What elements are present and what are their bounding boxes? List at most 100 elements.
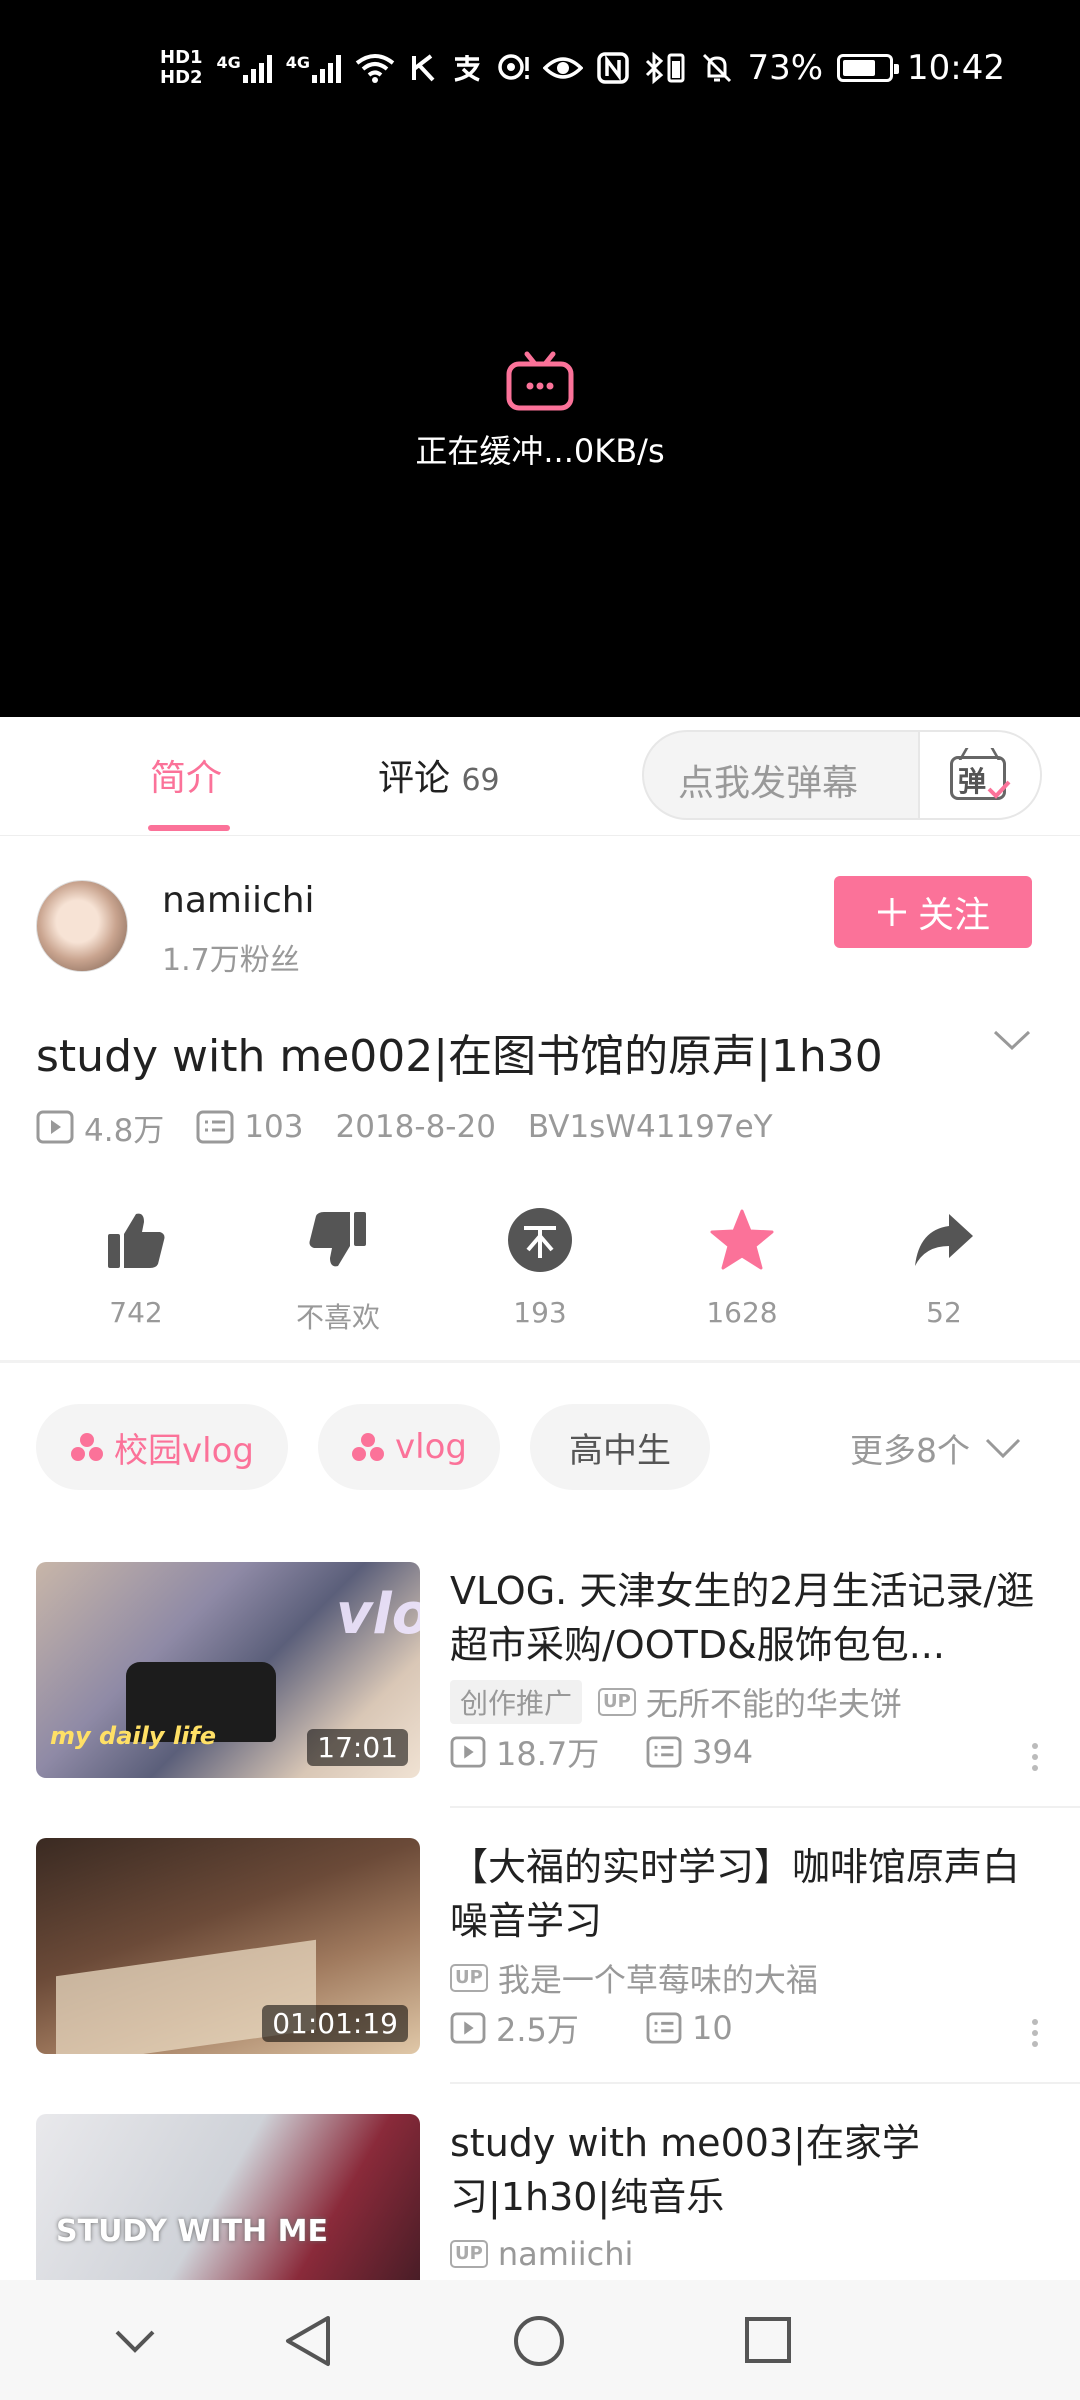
tag-chip-vlog[interactable]: vlog — [318, 1404, 500, 1490]
recents-icon[interactable] — [744, 2316, 792, 2364]
rec-uploader: namiichi — [497, 2235, 634, 2273]
thumb-caption: STUDY WITH ME — [56, 2214, 328, 2249]
video-duration: 01:01:19 — [262, 2005, 408, 2042]
follow-button[interactable]: 关注 — [834, 876, 1032, 948]
rec-uploader-row: UP 我是一个草莓味的大福 — [450, 1956, 818, 2000]
more-options-icon[interactable] — [1032, 1738, 1040, 1776]
uploader-avatar[interactable] — [36, 880, 128, 972]
share-button[interactable]: 52 — [864, 1200, 1024, 1329]
hd1-label: HD1 — [160, 47, 203, 68]
rec-uploader-row: 创作推广 UP 无所不能的华夫饼 — [450, 1680, 902, 1724]
more-options-icon[interactable] — [1032, 2014, 1040, 2052]
clock: 10:42 — [907, 48, 1005, 88]
section-divider — [0, 1360, 1080, 1363]
dislike-button[interactable]: 不喜欢 — [258, 1200, 418, 1336]
follow-label: 关注 — [917, 895, 990, 936]
buffering-indicator: 正在缓冲...0KB/s — [0, 350, 1080, 472]
like-count: 742 — [109, 1296, 163, 1329]
nfc-icon — [597, 52, 630, 84]
battery-level — [843, 60, 876, 76]
hd-indicator: HD1 HD2 — [160, 48, 203, 88]
rec-title: 【大福的实时学习】咖啡馆原声白噪音学习 — [450, 1845, 1021, 1943]
rec-stats-row: 18.7万 394 — [450, 1730, 753, 1774]
share-icon — [915, 1214, 973, 1266]
list-item[interactable]: vlog my daily life 17:01 VLOG. 天津女生的2月生活… — [36, 1562, 1044, 1782]
rec-danmaku: 394 — [692, 1733, 754, 1771]
thumbs-up-icon — [108, 1213, 165, 1268]
tag-label: vlog — [395, 1427, 467, 1467]
bvid: BV1sW41197eY — [527, 1109, 773, 1145]
coin-button[interactable]: 193 — [460, 1200, 620, 1329]
danmaku-count-icon — [646, 2012, 682, 2044]
status-right-icons: 73% 10:42 — [543, 38, 1005, 98]
list-item[interactable]: 01:01:19 【大福的实时学习】咖啡馆原声白噪音学习 UP 我是一个草莓味的… — [36, 1838, 1044, 2058]
plus-icon — [877, 898, 906, 926]
hd2-label: HD2 — [160, 67, 203, 88]
promo-badge: 创作推广 — [450, 1680, 583, 1724]
mute-icon — [703, 53, 732, 83]
video-thumbnail[interactable]: 01:01:19 — [36, 1838, 420, 2054]
danmaku-count-icon — [196, 1110, 234, 1144]
thumb-caption: my daily life — [50, 1722, 217, 1750]
danmaku-input[interactable]: 点我发弹幕 弹 — [642, 730, 1042, 820]
more-tags-label: 更多8个 — [850, 1431, 970, 1470]
publish-date: 2018-8-20 — [335, 1109, 496, 1145]
bilibili-tv-icon — [506, 351, 574, 411]
buffer-text: 正在缓冲...0KB/s — [415, 432, 665, 470]
rec-title: study with me003|在家学习|1h30|纯音乐 — [450, 2121, 920, 2219]
list-divider — [450, 1806, 1080, 1808]
list-divider — [450, 2082, 1080, 2084]
chevron-down-icon[interactable] — [992, 1028, 1032, 1052]
tab-comments-label: 评论 — [378, 758, 451, 799]
dislike-label: 不喜欢 — [295, 1301, 380, 1334]
rec-danmaku: 10 — [692, 2009, 733, 2047]
chevron-down-icon[interactable] — [114, 2328, 156, 2354]
video-meta: 4.8万 103 2018-8-20 BV1sW41197eY — [36, 1105, 805, 1149]
coin-icon — [508, 1208, 572, 1272]
video-player[interactable]: HD1 HD2 4G 4G 73% 10:42 正在缓冲...0KB/s — [0, 0, 1080, 717]
play-count-icon — [36, 1110, 74, 1144]
wifi-icon — [355, 54, 395, 83]
thumb-overlay-text: vlog — [336, 1582, 420, 1647]
uploader-name[interactable]: namiichi — [162, 880, 315, 921]
view-count: 4.8万 — [84, 1112, 165, 1149]
video-title: study with me002|在图书馆的原声|1h30 — [36, 1031, 883, 1082]
channel-icon — [352, 1433, 385, 1461]
back-icon[interactable] — [284, 2314, 332, 2368]
tag-chip-campus-vlog[interactable]: 校园vlog — [36, 1404, 288, 1490]
home-icon[interactable] — [512, 2314, 566, 2368]
like-button[interactable]: 742 — [56, 1200, 216, 1329]
net1-label: 4G — [216, 53, 241, 72]
tag-chip-high-school[interactable]: 高中生 — [530, 1404, 710, 1490]
danmaku-toggle-button[interactable]: 弹 — [918, 732, 1040, 818]
battery-percent: 73% — [747, 48, 824, 88]
star-icon — [710, 1209, 774, 1270]
danmaku-btn-label: 弹 — [958, 765, 987, 798]
up-icon: UP — [450, 2240, 488, 2268]
uploader-fans: 1.7万粉丝 — [162, 943, 300, 978]
video-thumbnail[interactable]: vlog my daily life 17:01 — [36, 1562, 420, 1778]
thumbs-down-icon — [309, 1212, 366, 1267]
rec-uploader: 我是一个草莓味的大福 — [497, 1961, 818, 1999]
channel-icon — [71, 1433, 104, 1461]
status-bar: HD1 HD2 4G 4G 73% 10:42 — [0, 0, 1080, 140]
signal-2-icon: 4G — [286, 53, 342, 83]
rec-uploader: 无所不能的华夫饼 — [645, 1685, 902, 1723]
coin-count: 193 — [513, 1296, 567, 1329]
status-left-icons: HD1 HD2 4G 4G — [160, 38, 533, 98]
tab-comments[interactable]: 评论 69 — [378, 749, 500, 801]
tab-intro[interactable]: 简介 — [150, 749, 222, 801]
battery-icon — [837, 54, 900, 82]
up-icon: UP — [450, 1964, 488, 1992]
rec-uploader-row: UP namiichi — [450, 2232, 633, 2276]
rec-views: 2.5万 — [496, 2011, 579, 2049]
danmaku-count-icon — [646, 1736, 682, 1768]
tag-label: 高中生 — [569, 1430, 671, 1471]
bluetooth-battery-icon — [646, 51, 685, 85]
favorite-button[interactable]: 1628 — [662, 1200, 822, 1329]
k-app-icon — [412, 54, 435, 82]
signal-1-icon: 4G — [217, 53, 272, 83]
tab-comments-count: 69 — [461, 763, 500, 798]
up-icon: UP — [598, 1688, 636, 1716]
more-tags-button[interactable]: 更多8个 — [850, 1424, 1022, 1472]
